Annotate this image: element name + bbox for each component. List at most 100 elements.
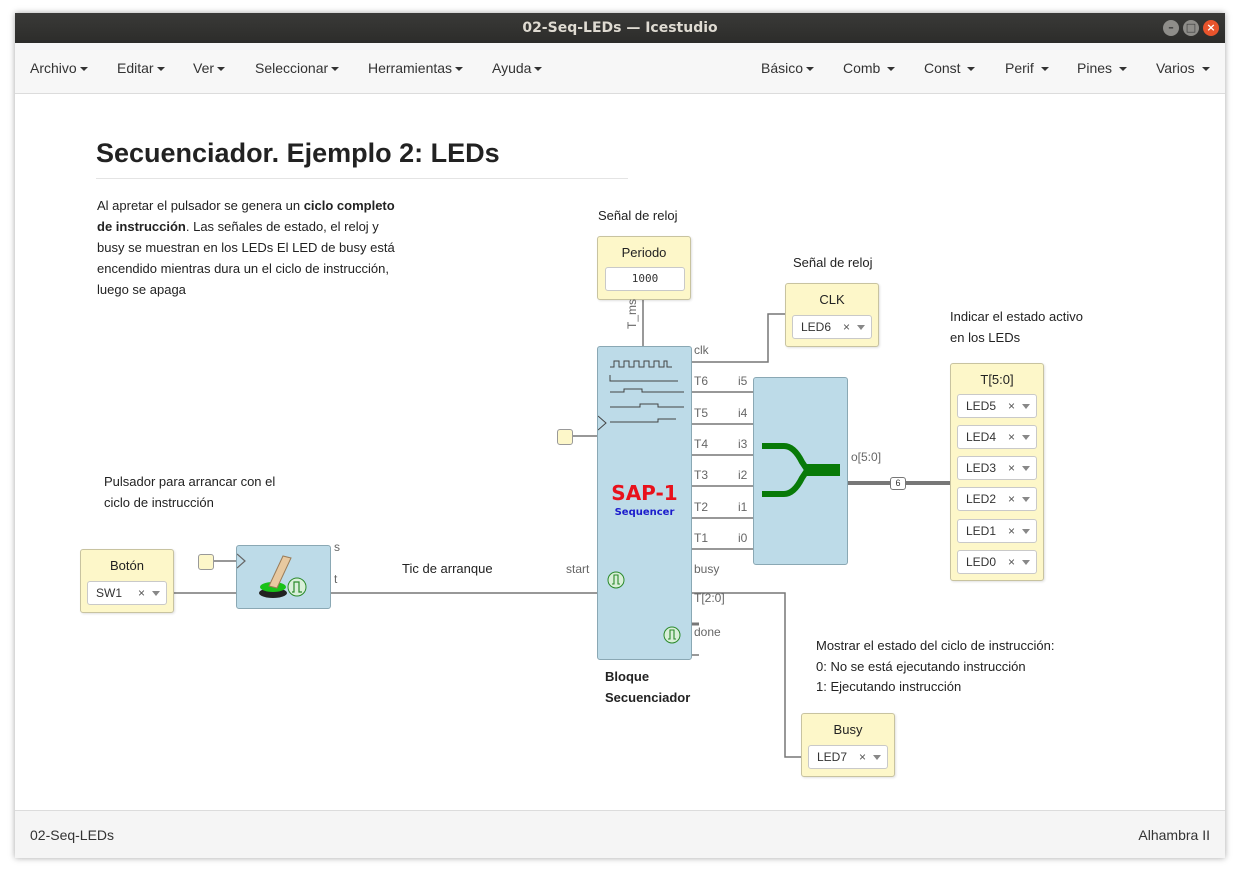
t-select-led3[interactable]: LED3 × — [957, 456, 1037, 480]
caret-down-icon — [1040, 67, 1049, 72]
periodo-block[interactable]: Periodo 1000 — [597, 236, 691, 300]
busy-select[interactable]: LED7 × — [808, 745, 888, 769]
maximize-button[interactable]: □ — [1183, 20, 1199, 36]
note-show: Mostrar el estado del ciclo de instrucci… — [816, 638, 1055, 653]
menu-editar[interactable]: Editar — [117, 60, 165, 76]
chevron-down-icon[interactable] — [1022, 560, 1030, 565]
menu-const[interactable]: Const — [924, 60, 976, 76]
note-clock-signal-2: Señal de reloj — [793, 255, 873, 270]
chevron-down-icon[interactable] — [1022, 529, 1030, 534]
menu-label: Comb — [843, 60, 881, 76]
led-value: LED2 — [966, 492, 997, 506]
bus-join-block[interactable] — [753, 377, 848, 565]
t-block[interactable]: T[5:0] LED5 × LED4 × LED3 × LED2 × LED1 × LED… — [950, 363, 1044, 581]
boton-select[interactable]: SW1 × — [87, 581, 167, 605]
clear-icon[interactable]: × — [1008, 426, 1015, 448]
clear-icon[interactable]: × — [138, 582, 145, 604]
menu-pines[interactable]: Pines — [1077, 60, 1127, 76]
pin-done: done — [694, 625, 721, 639]
menu-ayuda[interactable]: Ayuda — [492, 60, 543, 76]
wire-busy — [691, 592, 801, 758]
pin-i3: i3 — [738, 437, 748, 451]
close-button[interactable]: × — [1203, 20, 1219, 36]
pin-t5: T5 — [694, 406, 709, 420]
caret-down-icon — [79, 67, 88, 72]
caret-down-icon — [455, 67, 464, 72]
chevron-down-icon[interactable] — [1022, 497, 1030, 502]
periodo-input[interactable]: 1000 — [605, 267, 685, 291]
minimize-button[interactable]: – — [1163, 20, 1179, 36]
clear-icon[interactable]: × — [843, 316, 850, 338]
menu-varios[interactable]: Varios — [1156, 60, 1210, 76]
clk-block[interactable]: CLK LED6 × — [785, 283, 879, 347]
note-show-3: 1: Ejecutando instrucción — [816, 679, 962, 694]
t-title: T[5:0] — [980, 372, 1014, 387]
menu-herramientas[interactable]: Herramientas — [368, 60, 464, 76]
title-divider — [96, 178, 628, 179]
status-board[interactable]: Alhambra II — [1138, 827, 1210, 843]
pin-t20: T[2:0] — [694, 591, 725, 605]
menu-label: Herramientas — [368, 60, 453, 76]
bus-join-icon — [762, 443, 840, 497]
menu-seleccionar[interactable]: Seleccionar — [255, 60, 340, 76]
periodo-value: 1000 — [631, 272, 659, 285]
clk-value: LED6 — [801, 320, 832, 334]
button-clock-pin[interactable] — [198, 554, 214, 570]
periodo-title: Periodo — [621, 245, 667, 260]
pin-t: t — [334, 572, 338, 586]
pin-i2: i2 — [738, 468, 748, 482]
pin-i1: i1 — [738, 500, 748, 514]
status-bar: 02-Seq-LEDs Alhambra II — [15, 810, 1225, 858]
t-select-led1[interactable]: LED1 × — [957, 519, 1037, 543]
caret-down-icon — [967, 67, 976, 72]
chevron-down-icon[interactable] — [152, 591, 160, 596]
led-value: LED1 — [966, 524, 997, 538]
clear-icon[interactable]: × — [1008, 457, 1015, 479]
page-title: Secuenciador. Ejemplo 2: LEDs — [96, 138, 500, 168]
pin-s: s — [334, 540, 340, 554]
t-select-led2[interactable]: LED2 × — [957, 487, 1037, 511]
bus-width-badge: 6 — [890, 477, 906, 490]
t-select-led5[interactable]: LED5 × — [957, 394, 1037, 418]
caret-down-icon — [887, 67, 896, 72]
menu-label: Básico — [761, 60, 804, 76]
caret-down-icon — [331, 67, 340, 72]
clear-icon[interactable]: × — [1008, 395, 1015, 417]
note-indicate: Indicar el estado activo — [950, 309, 1083, 324]
clock-input-pin[interactable] — [557, 429, 573, 445]
label-block-2: Secuenciador — [605, 690, 691, 705]
clk-select[interactable]: LED6 × — [792, 315, 872, 339]
caret-down-icon — [217, 67, 226, 72]
design-canvas[interactable]: Secuenciador. Ejemplo 2: LEDs Al apretar… — [15, 94, 1225, 810]
boton-block[interactable]: Botón SW1 × — [80, 549, 174, 613]
menu-perif[interactable]: Perif — [1005, 60, 1049, 76]
menu-label: Ayuda — [492, 60, 532, 76]
menu-label: Const — [924, 60, 961, 76]
chevron-down-icon[interactable] — [873, 755, 881, 760]
clear-icon[interactable]: × — [1008, 520, 1015, 542]
busy-block[interactable]: Busy LED7 × — [801, 713, 895, 777]
chevron-down-icon[interactable] — [1022, 404, 1030, 409]
status-project: 02-Seq-LEDs — [30, 827, 115, 843]
pin-t6: T6 — [694, 374, 709, 388]
menu-label: Archivo — [30, 60, 77, 76]
menu-label: Ver — [193, 60, 215, 76]
clear-icon[interactable]: × — [1008, 551, 1015, 573]
menu-label: Pines — [1077, 60, 1113, 76]
chevron-down-icon[interactable] — [1022, 435, 1030, 440]
chevron-down-icon[interactable] — [857, 325, 865, 330]
clear-icon[interactable]: × — [1008, 488, 1015, 510]
push-button-icon — [237, 553, 307, 598]
t-select-led4[interactable]: LED4 × — [957, 425, 1037, 449]
chevron-down-icon[interactable] — [1022, 466, 1030, 471]
menu-label: Varios — [1156, 60, 1195, 76]
menu-archivo[interactable]: Archivo — [30, 60, 88, 76]
clear-icon[interactable]: × — [859, 746, 866, 768]
sap1-sequencer-block[interactable]: SAP-1 Sequencer — [597, 346, 692, 660]
button-debounce-block[interactable] — [236, 545, 331, 609]
title-bar: 02-Seq-LEDs — Icestudio – □ × — [15, 13, 1225, 43]
menu-ver[interactable]: Ver — [193, 60, 226, 76]
menu-comb[interactable]: Comb — [843, 60, 896, 76]
t-select-led0[interactable]: LED0 × — [957, 550, 1037, 574]
menu-basico[interactable]: Básico — [761, 60, 815, 76]
